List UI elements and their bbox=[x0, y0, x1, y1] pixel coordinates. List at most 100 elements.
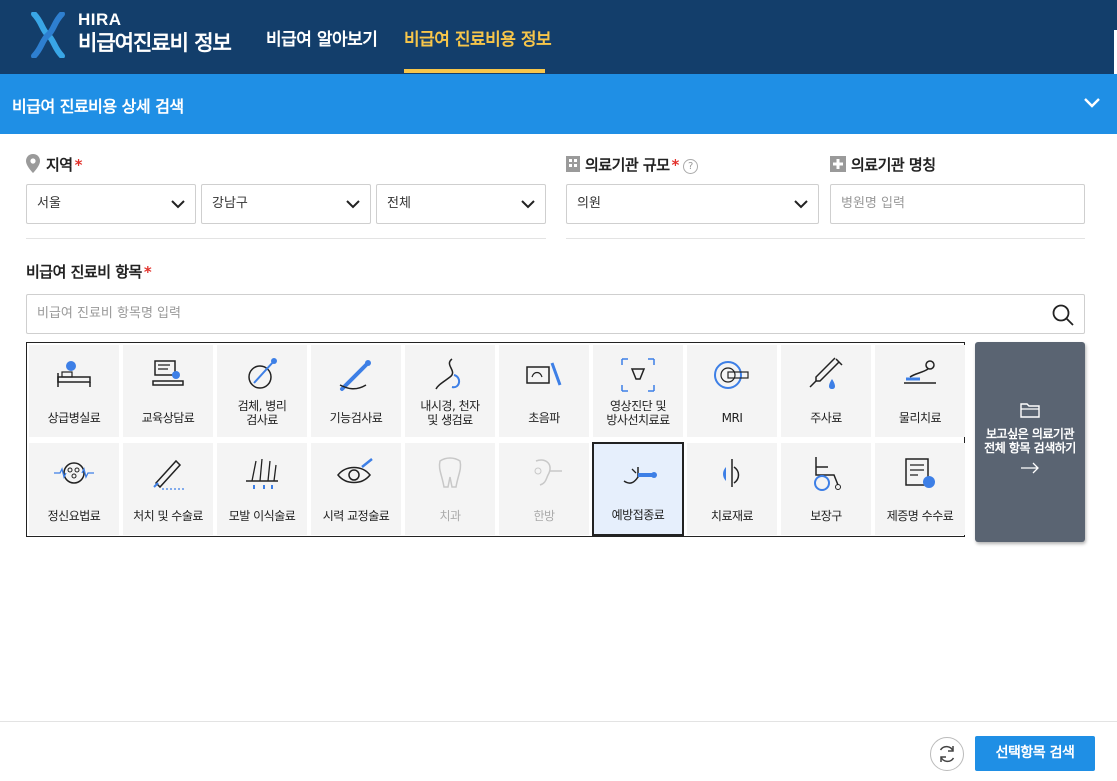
tile-endoscopy[interactable]: 내시경, 천자 및 생검료 bbox=[405, 345, 495, 437]
items-label-text: 비급여 진료비 항목 bbox=[26, 263, 142, 281]
chevron-down-icon[interactable] bbox=[1083, 96, 1101, 110]
tile-label: 치과 bbox=[439, 509, 461, 523]
ultrasound-icon bbox=[526, 362, 562, 386]
scale-select-value: 의원 bbox=[577, 196, 601, 211]
location-pin-icon bbox=[26, 154, 40, 173]
tile-label: 초음파 bbox=[528, 411, 560, 425]
tile-label: 상급병실료 bbox=[47, 411, 101, 425]
tile-psychotherapy[interactable]: 정신요법료 bbox=[29, 443, 119, 535]
tile-ward-fee[interactable]: 상급병실료 bbox=[29, 345, 119, 437]
tile-radiology[interactable]: 영상진단 및 방사선치료료 bbox=[593, 345, 683, 437]
nav-noncovered-info[interactable]: 비급여 알아보기 bbox=[266, 0, 378, 74]
required-mark: * bbox=[74, 156, 83, 174]
consultation-icon bbox=[152, 360, 184, 386]
hair-transplant-icon bbox=[246, 458, 278, 489]
dong-select[interactable]: 전체 bbox=[376, 184, 546, 224]
certificate-icon bbox=[905, 458, 935, 488]
region-label: 지역 * bbox=[46, 154, 82, 175]
tile-prosthetics[interactable]: 보장구 bbox=[781, 443, 871, 535]
tile-label: MRI bbox=[721, 411, 743, 425]
search-all-items-text: 보고싶은 의료기관 전체 항목 검색하기 bbox=[984, 427, 1076, 455]
district-select[interactable]: 강남구 bbox=[201, 184, 371, 224]
tile-label: 보장구 bbox=[810, 509, 842, 523]
function-test-icon bbox=[339, 360, 371, 391]
tile-hair-transplant[interactable]: 모발 이식술료 bbox=[217, 443, 307, 535]
chevron-down-icon bbox=[794, 200, 808, 209]
tile-label: 한방 bbox=[533, 509, 555, 523]
tile-label: 주사료 bbox=[810, 411, 842, 425]
footer-divider bbox=[0, 721, 1117, 722]
tile-label: 처치 및 수술료 bbox=[133, 509, 203, 523]
tile-oriental-medicine[interactable]: 한방 bbox=[499, 443, 589, 535]
tile-injection[interactable]: 주사료 bbox=[781, 345, 871, 437]
hospital-bed-icon bbox=[57, 361, 91, 387]
endoscope-icon bbox=[435, 358, 460, 390]
reset-button[interactable] bbox=[930, 737, 964, 771]
tile-label: 치료재료 bbox=[710, 509, 754, 523]
vaccination-icon bbox=[623, 467, 657, 484]
syringe-icon bbox=[809, 357, 843, 389]
item-search-input[interactable]: 비급여 진료비 항목명 입력 bbox=[26, 294, 1085, 334]
tile-counseling[interactable]: 교육상담료 bbox=[123, 345, 213, 437]
tooth-icon bbox=[438, 457, 462, 488]
chevron-down-icon bbox=[171, 200, 185, 209]
logo-title: 비급여진료비 정보 bbox=[78, 31, 232, 55]
district-select-value: 강남구 bbox=[212, 196, 248, 211]
oriental-medicine-icon bbox=[534, 459, 562, 486]
tile-function-test[interactable]: 기능검사료 bbox=[311, 345, 401, 437]
chevron-down-icon bbox=[346, 200, 360, 209]
tile-surgery[interactable]: 처치 및 수술료 bbox=[123, 443, 213, 535]
search-icon[interactable] bbox=[1052, 304, 1074, 326]
hira-logo-icon[interactable] bbox=[30, 12, 66, 58]
surgery-icon bbox=[153, 459, 184, 490]
mri-icon bbox=[714, 361, 749, 389]
hospital-cross-icon bbox=[830, 156, 846, 172]
scale-select[interactable]: 의원 bbox=[566, 184, 819, 224]
tile-label: 교육상담료 bbox=[141, 411, 195, 425]
radiology-icon bbox=[621, 358, 655, 392]
specimen-test-icon bbox=[248, 358, 277, 389]
tile-certificate-fee[interactable]: 제증명 수수료 bbox=[875, 443, 965, 535]
tile-vaccination[interactable]: 예방접종료 bbox=[592, 442, 684, 536]
tile-label: 물리치료 bbox=[898, 411, 942, 425]
tile-label: 검체, 병리 검사료 bbox=[237, 399, 287, 427]
institution-name-label: 의료기관 명칭 bbox=[851, 156, 936, 174]
tile-dental[interactable]: 치과 bbox=[405, 443, 495, 535]
divider bbox=[26, 238, 546, 239]
tile-label: 예방접종료 bbox=[611, 508, 665, 522]
item-search-placeholder: 비급여 진료비 항목명 입력 bbox=[37, 306, 181, 321]
tile-label: 내시경, 천자 및 생검료 bbox=[420, 399, 480, 427]
city-select-value: 서울 bbox=[37, 196, 61, 211]
tile-label: 영상진단 및 방사선치료료 bbox=[606, 399, 670, 427]
top-header: HIRA 비급여진료비 정보 비급여 알아보기 비급여 진료비용 정보 bbox=[0, 0, 1117, 74]
logo-brand: HIRA bbox=[78, 10, 122, 29]
tile-physical-therapy[interactable]: 물리치료 bbox=[875, 345, 965, 437]
tile-label: 시력 교정술료 bbox=[322, 509, 390, 523]
panel-title: 비급여 진료비용 상세 검색 bbox=[12, 97, 184, 116]
site-logo-text[interactable]: HIRA 비급여진료비 정보 bbox=[78, 10, 232, 56]
help-icon[interactable]: ? bbox=[682, 159, 698, 174]
search-panel-header[interactable]: 비급여 진료비용 상세 검색 bbox=[0, 74, 1117, 134]
tile-label: 모발 이식술료 bbox=[228, 509, 296, 523]
tile-mri[interactable]: MRI bbox=[687, 345, 777, 437]
physical-therapy-icon bbox=[904, 360, 936, 384]
tile-treatment-material[interactable]: 치료재료 bbox=[687, 443, 777, 535]
tile-ultrasound[interactable]: 초음파 bbox=[499, 345, 589, 437]
dong-select-value: 전체 bbox=[387, 196, 411, 211]
tile-label: 기능검사료 bbox=[329, 411, 383, 425]
items-label: 비급여 진료비 항목 * bbox=[26, 261, 152, 282]
tile-vision-correction[interactable]: 시력 교정술료 bbox=[311, 443, 401, 535]
tile-label: 제증명 수수료 bbox=[886, 509, 954, 523]
search-selected-button[interactable]: 선택항목 검색 bbox=[975, 736, 1095, 771]
required-mark: * bbox=[671, 156, 680, 174]
city-select[interactable]: 서울 bbox=[26, 184, 196, 224]
nav-noncovered-cost[interactable]: 비급여 진료비용 정보 bbox=[404, 0, 552, 74]
item-category-grid: 상급병실료 교육상담료 검체, 병리 검사료 기능검사료 내시경, 천자 및 생… bbox=[26, 342, 965, 537]
tile-label: 정신요법료 bbox=[47, 509, 101, 523]
brain-wave-icon bbox=[54, 462, 94, 484]
tile-specimen-test[interactable]: 검체, 병리 검사료 bbox=[217, 345, 307, 437]
arrow-right-icon bbox=[1021, 462, 1039, 474]
chevron-down-icon bbox=[521, 200, 535, 209]
search-all-items-button[interactable]: 보고싶은 의료기관 전체 항목 검색하기 bbox=[975, 342, 1085, 542]
institution-name-input[interactable]: 병원명 입력 bbox=[830, 184, 1085, 224]
